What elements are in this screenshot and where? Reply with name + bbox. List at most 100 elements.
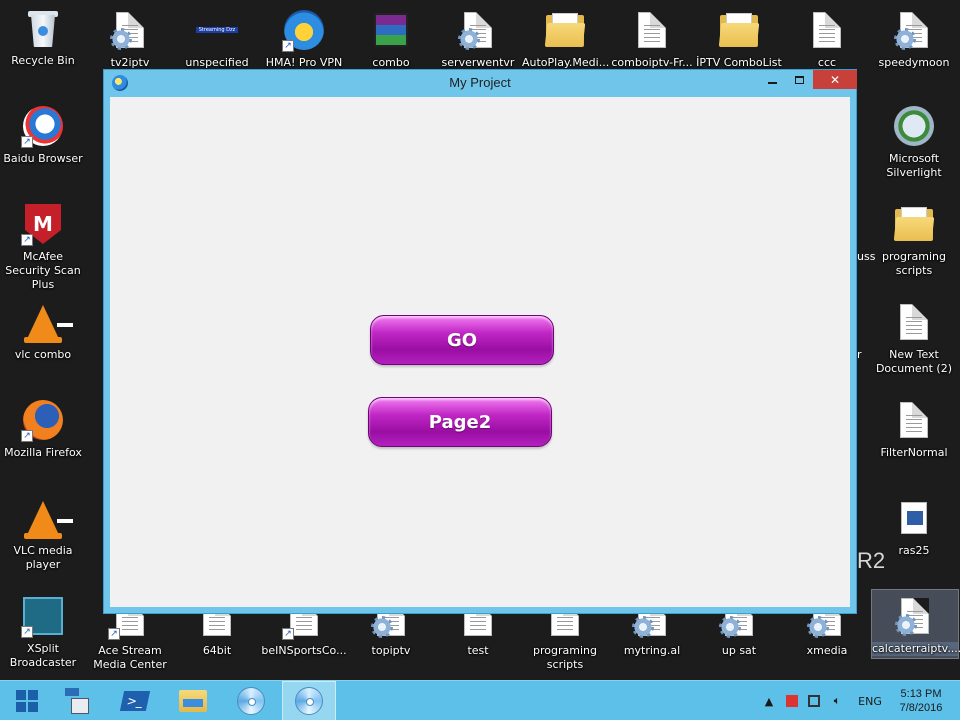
server-manager-icon [65,688,89,714]
baidu-browser-icon: ↗ [21,104,65,148]
folder-icon [892,202,936,246]
desktop-icon-programing-scripts-folder[interactable]: programing scripts [871,202,957,278]
window-titlebar[interactable]: My Project ✕ [104,70,857,96]
desktop-icon-xsplit[interactable]: ↗ XSplit Broadcaster [0,594,86,670]
desktop-icon-label: speedymoon [878,56,950,69]
desktop-icon-label: comboiptv-Fr... [611,56,693,69]
desktop-icon-label: tv2iptv [110,56,150,69]
desktop-icon-label: Recycle Bin [11,54,75,67]
windows-logo-icon [16,690,38,712]
desktop-icon-autoplay[interactable]: AutoPlay.Medi... [522,8,610,70]
desktop-icon-label: ccc [817,56,837,69]
close-button[interactable]: ✕ [813,70,857,89]
desktop-icon-label: Baidu Browser [3,152,83,165]
desktop-icon-hma-vpn[interactable]: ↗ HMA! Pro VPN [261,8,347,70]
hma-vpn-icon: ↗ [282,8,326,52]
go-button[interactable]: GO [370,315,554,365]
desktop-icon-serverwentvr[interactable]: serverwentvr [435,8,521,70]
recycle-bin-icon [21,6,65,50]
desktop-icon-vlc-player[interactable]: VLC media player [0,496,86,572]
desktop-icon-filternormal[interactable]: FilterNormal [871,398,957,460]
desktop-icon-label: 64bit [202,644,232,657]
maximize-button[interactable] [786,70,813,89]
network-icon [808,695,820,707]
folder-icon [543,8,587,52]
desktop-icon-label: combo [372,56,410,69]
desktop-icon-vlc-combo[interactable]: vlc combo [0,300,86,362]
taskbar-app-1[interactable] [224,681,278,720]
desktop-icon-mcafee[interactable]: M ↗ McAfee Security Scan Plus [0,202,86,292]
taskbar-server-manager[interactable] [50,681,104,720]
vlc-icon [21,496,73,540]
taskbar-file-explorer[interactable] [166,681,220,720]
desktop-icon-new-text-document[interactable]: New Text Document (2) [871,300,957,376]
desktop-icon-iptv-combolist[interactable]: İPTV ComboList [696,8,782,70]
chevron-up-icon: ▲ [764,694,774,708]
desktop-icon-label: Microsoft Silverlight [886,152,942,179]
language-indicator[interactable]: ENG [856,681,884,720]
wallpaper-text: R2 [857,548,886,573]
silverlight-icon [892,104,936,148]
desktop-icon-label: FilterNormal [880,446,948,459]
minimize-button[interactable] [759,70,786,89]
desktop-icon-silverlight[interactable]: Microsoft Silverlight [871,104,957,180]
start-button[interactable] [0,681,54,720]
desktop-icon-label: İPTV ComboList [696,56,782,69]
desktop-icon-label: New Text Document (2) [875,348,953,375]
system-clock[interactable]: 5:13 PM 7/8/2016 [890,687,952,715]
desktop-icon-label: topiptv [371,644,411,657]
desktop-icon-comboiptv[interactable]: comboiptv-Fr... [609,8,695,70]
clock-date: 7/8/2016 [899,702,943,714]
xsplit-icon: ↗ [21,594,65,638]
disc-app-icon [295,687,323,715]
clock-time: 5:13 PM [900,688,942,700]
desktop-icon-baidu-browser[interactable]: ↗ Baidu Browser [0,104,86,166]
vlc-icon [21,300,73,344]
text-file-icon [805,8,849,52]
powershell-icon: >_ [119,691,151,711]
mcafee-icon: M ↗ [21,202,65,246]
speaker-icon: 🔈︎ [833,694,841,707]
desktop-icon-tv2iptv[interactable]: tv2iptv [87,8,173,70]
desktop-icon-label: beINSportsCo... [261,644,347,657]
video-file-icon [892,496,936,540]
page2-button[interactable]: Page2 [368,397,552,447]
volume-button[interactable]: 🔈︎ [829,681,845,720]
desktop-icon-label: Ace Stream Media Center [93,644,167,671]
desktop-icon-ccc[interactable]: ccc [784,8,870,70]
desktop-icon-label: programing scripts [882,250,946,277]
desktop-icon-speedymoon[interactable]: speedymoon [871,8,957,70]
desktop-icon-label: Mozilla Firefox [4,446,82,459]
file-explorer-icon [179,690,207,712]
window-title: My Project [449,75,511,90]
text-file-icon [892,300,936,344]
settings-file-icon [108,8,152,52]
flag-icon [786,695,798,707]
desktop-icon-label: calcaterraiptv.... [872,642,960,656]
partial-label: uss [857,250,876,263]
desktop-icon-label: mytring.al [623,644,681,657]
desktop-icon-label: HMA! Pro VPN [265,56,343,69]
desktop-icon-label: AutoPlay.Medi... [522,56,610,69]
show-hidden-icons-button[interactable]: ▲ [762,681,776,720]
taskbar-powershell[interactable]: >_ [108,681,162,720]
taskbar-app-my-project[interactable] [282,681,336,720]
disc-app-icon [237,687,265,715]
network-button[interactable] [806,681,822,720]
desktop-icon-calcaterraiptv[interactable]: calcaterraiptv.... [871,589,960,659]
ribbon-text: Streaming Dzz [196,27,238,33]
text-file-icon [892,398,936,442]
action-center-button[interactable] [784,681,800,720]
desktop-icon-unspecified[interactable]: Streaming Dzz unspecified [174,8,260,70]
close-icon: ✕ [829,72,841,87]
desktop-icon-label: xmedia [806,644,848,657]
desktop-icon-label: XSplit Broadcaster [9,642,77,669]
minimize-icon [768,81,777,84]
desktop-icon-label: unspecified [185,56,249,69]
desktop-icon-label: ras25 [898,544,930,557]
desktop-icon-combo[interactable]: combo [348,8,434,70]
partial-label: r [857,348,862,361]
desktop-icon-recycle-bin[interactable]: Recycle Bin [0,6,86,68]
desktop-icon-firefox[interactable]: ↗ Mozilla Firefox [0,398,86,460]
taskbar: >_ ▲ 🔈︎ ENG 5:13 PM 7/8/2016 [0,680,960,720]
